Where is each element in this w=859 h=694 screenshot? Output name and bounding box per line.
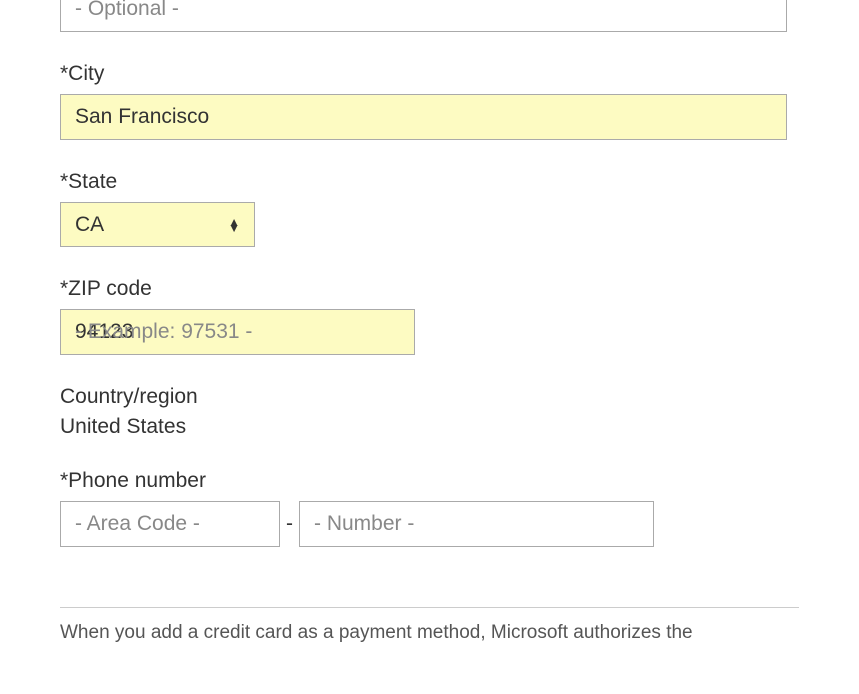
phone-area-code-input[interactable]: [60, 501, 280, 547]
phone-separator: -: [286, 512, 293, 536]
zip-label: *ZIP code: [60, 277, 799, 301]
address-line-2-input[interactable]: [60, 0, 787, 32]
country-label: Country/region: [60, 385, 799, 409]
phone-number-input[interactable]: [299, 501, 654, 547]
country-value: United States: [60, 415, 799, 439]
state-label: *State: [60, 170, 799, 194]
divider: [60, 607, 799, 608]
footer-disclaimer-text: When you add a credit card as a payment …: [60, 622, 799, 644]
city-label: *City: [60, 62, 799, 86]
phone-label: *Phone number: [60, 469, 799, 493]
zip-input[interactable]: [60, 309, 415, 355]
state-select-wrapper: CA ▲ ▼: [60, 202, 255, 247]
city-input[interactable]: [60, 94, 787, 140]
state-select[interactable]: CA: [61, 203, 254, 246]
